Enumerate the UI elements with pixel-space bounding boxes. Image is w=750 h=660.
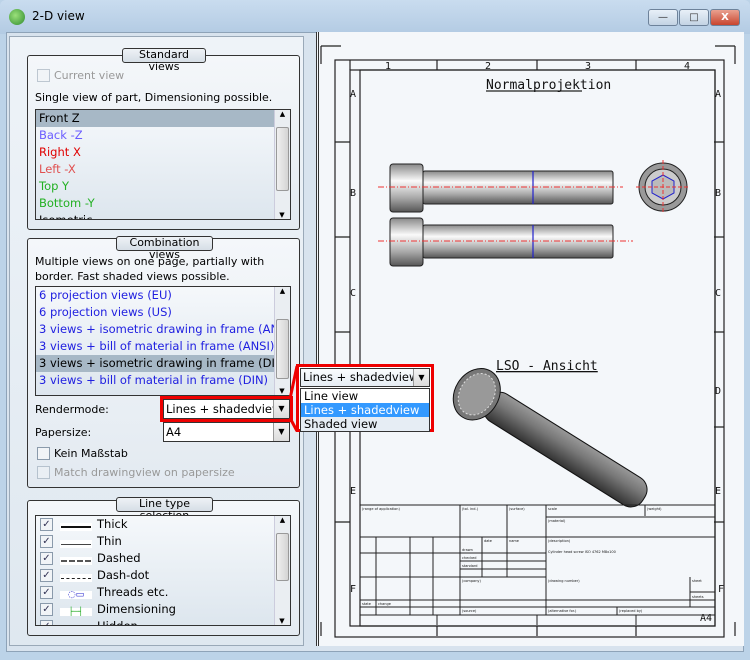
tb-description-label: (description) <box>548 539 571 543</box>
column-label: 3 <box>585 61 591 72</box>
row-label: A <box>350 89 356 100</box>
dropdown-value: Lines + shadedview <box>303 370 419 384</box>
tb-alternative: (alternative for.) <box>548 609 577 613</box>
rendermode-dropdown-select[interactable]: Lines + shadedview ▼ <box>300 368 430 387</box>
row-label: B <box>350 188 356 199</box>
column-label: 4 <box>684 61 690 72</box>
drawing-sheet: 1 2 3 4 A B C D E F A B C D E F A4 Norma… <box>288 45 736 638</box>
row-label: C <box>350 288 356 299</box>
tb-change: change <box>378 602 391 606</box>
bolt-isometric-view <box>452 368 648 508</box>
view-title-iso: LSO - Ansicht <box>496 359 598 374</box>
dropdown-option-lines-shadedview[interactable]: Lines + shadedview <box>301 403 429 417</box>
tb-name: name <box>509 539 519 543</box>
tb-weight: (weight) <box>647 507 662 511</box>
tb-checked: checked <box>462 556 477 560</box>
tb-surface: (surface) <box>509 507 525 511</box>
bolt-end-view <box>636 160 690 214</box>
tb-drawn: drawn <box>462 548 473 552</box>
column-label: 2 <box>485 61 491 72</box>
chevron-down-icon[interactable]: ▼ <box>413 369 429 386</box>
view-title-normal: Normalprojektion <box>486 78 611 93</box>
column-label: 1 <box>385 61 391 72</box>
tb-sheets: sheets <box>692 595 704 599</box>
tb-date: date <box>484 539 492 543</box>
dropdown-option-line-view[interactable]: Line view <box>301 389 429 403</box>
row-label: E <box>350 486 356 497</box>
row-label: C <box>715 288 721 299</box>
row-label: E <box>715 486 721 497</box>
row-label: F <box>718 584 724 595</box>
tb-replaced: (replaced by) <box>619 609 643 613</box>
tb-state: state <box>362 602 371 606</box>
dropdown-option-shaded-view[interactable]: Shaded view <box>301 417 429 431</box>
rendermode-dropdown-callout: Lines + shadedview ▼ Line view Lines + sh… <box>296 364 434 432</box>
tb-source: (source) <box>462 609 477 613</box>
row-label: D <box>715 386 721 397</box>
row-label: A <box>715 89 721 100</box>
row-label: B <box>715 188 721 199</box>
tb-description: Cylinder head screw ISO 4762 M8x100 <box>548 550 616 554</box>
tb-sheet: sheet <box>692 579 702 583</box>
tb-tol: (tol. ind.) <box>462 507 479 511</box>
tb-standard: standard <box>462 564 478 568</box>
tb-company: (company) <box>462 579 481 583</box>
tb-material: (material) <box>548 519 566 523</box>
tb-drawing-number: (drawing number) <box>548 579 580 583</box>
row-label: F <box>350 584 356 595</box>
title-block <box>359 504 716 625</box>
bolt-side-view <box>378 163 633 267</box>
tb-scale: scale <box>548 507 557 511</box>
tb-range: (range of application) <box>362 507 400 511</box>
